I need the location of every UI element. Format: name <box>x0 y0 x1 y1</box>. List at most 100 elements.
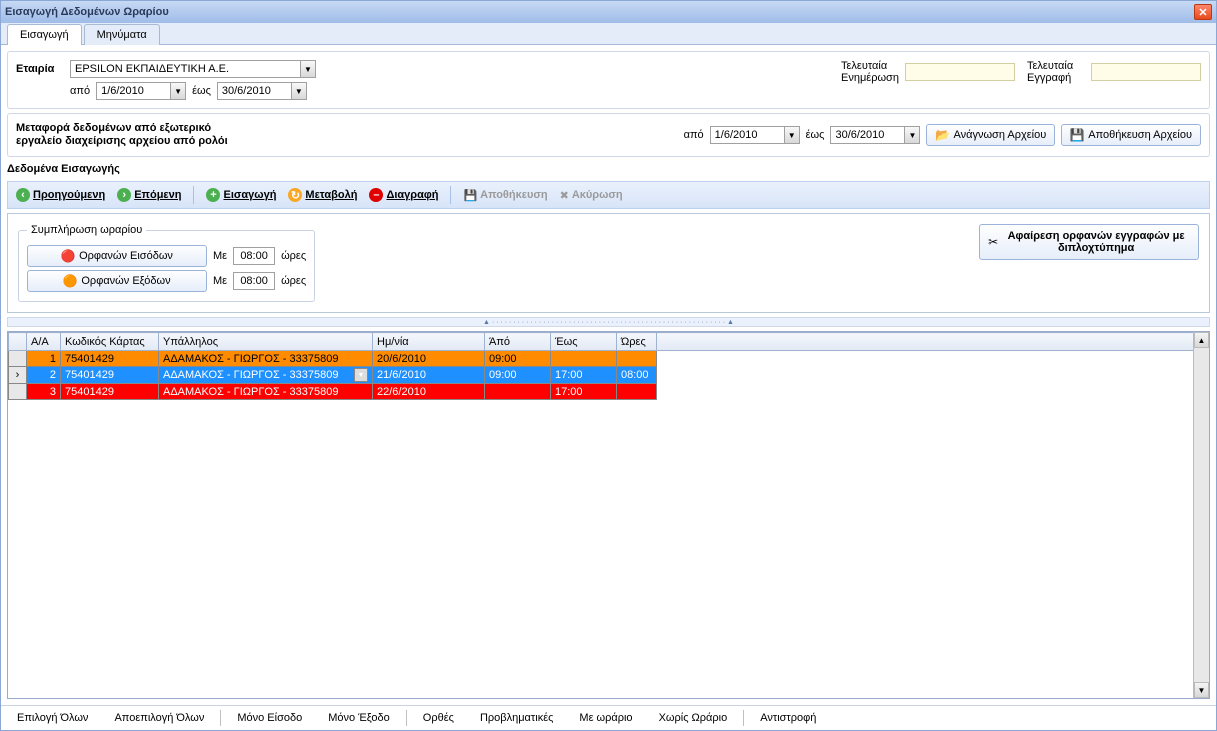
company-panel: Εταιρία ▼ από ▼ έως ▼ <box>7 51 1210 109</box>
company-from-date[interactable]: ▼ <box>96 82 186 100</box>
cell-hrs[interactable] <box>617 384 657 400</box>
prev-button[interactable]: ‹Προηγούμενη <box>16 188 105 202</box>
cell-from[interactable]: 09:00 <box>485 367 551 384</box>
select-all-button[interactable]: Επιλογή Όλων <box>7 710 98 726</box>
company-label: Εταιρία <box>16 63 64 75</box>
only-out-button[interactable]: Μόνο Έξοδο <box>318 710 400 726</box>
section-title: Δεδομένα Εισαγωγής <box>7 161 1210 177</box>
in-icon: 🔴 <box>61 249 75 263</box>
vertical-scrollbar[interactable]: ▲ ▼ <box>1193 332 1209 698</box>
next-button[interactable]: ›Επόμενη <box>117 188 181 202</box>
without-schedule-button[interactable]: Χωρίς Ωράριο <box>649 710 738 726</box>
import-to-label: έως <box>806 129 825 141</box>
cell-to[interactable] <box>551 351 617 367</box>
table-row[interactable]: ›275401429ΑΔΑΜΑΚΟΣ - ΓΙΩΡΓΟΣ - 33375809▼… <box>9 367 1194 384</box>
table-row[interactable]: 175401429ΑΔΑΜΑΚΟΣ - ΓΙΩΡΓΟΣ - 3337580920… <box>9 351 1194 367</box>
chevron-down-icon[interactable]: ▼ <box>904 126 920 144</box>
cancel-button: ✖Ακύρωση <box>560 189 623 202</box>
scroll-down-icon[interactable]: ▼ <box>1194 682 1209 698</box>
tab-import[interactable]: Εισαγωγή <box>7 24 82 45</box>
company-value[interactable] <box>70 60 300 78</box>
chevron-down-icon[interactable]: ▼ <box>291 82 307 100</box>
cell-date[interactable]: 22/6/2010 <box>373 384 485 400</box>
remove-orphans-button[interactable]: ✂ Αφαίρεση ορφανών εγγραφών με διπλοχτύπ… <box>979 224 1199 260</box>
col-hrs[interactable]: Ώρες <box>617 333 657 351</box>
cell-hrs[interactable] <box>617 351 657 367</box>
col-emp[interactable]: Υπάλληλος <box>159 333 373 351</box>
tab-messages[interactable]: Μηνύματα <box>84 24 160 45</box>
cell-aa[interactable]: 3 <box>27 384 61 400</box>
company-to-date[interactable]: ▼ <box>217 82 307 100</box>
modify-button[interactable]: ↻Μεταβολή <box>288 188 357 202</box>
scissors-icon: ✂ <box>988 235 998 249</box>
fill-schedule-group: Συμπλήρωση ωραρίου 🔴 Ορφανών Εισόδων Με … <box>18 224 315 302</box>
read-file-button[interactable]: 📂 Ανάγνωση Αρχείου <box>926 124 1055 146</box>
import-text-1: Μεταφορά δεδομένων από εξωτερικό <box>16 122 228 135</box>
cancel-icon: ✖ <box>560 189 569 202</box>
chevron-down-icon[interactable]: ▼ <box>300 60 316 78</box>
close-button[interactable]: ✕ <box>1194 4 1212 20</box>
scroll-up-icon[interactable]: ▲ <box>1194 332 1209 348</box>
delete-button[interactable]: –Διαγραφή <box>369 188 438 202</box>
cell-emp[interactable]: ΑΔΑΜΑΚΟΣ - ΓΙΩΡΓΟΣ - 33375809 <box>159 351 373 367</box>
import-text-2: εργαλείο διαχείρισης αρχείου από ρολόι <box>16 135 228 148</box>
chevron-down-icon[interactable]: ▼ <box>354 368 368 382</box>
cell-date[interactable]: 21/6/2010 <box>373 367 485 384</box>
deselect-all-button[interactable]: Αποεπιλογή Όλων <box>104 710 214 726</box>
cell-to[interactable]: 17:00 <box>551 384 617 400</box>
cell-aa[interactable]: 2 <box>27 367 61 384</box>
orphan-out-button[interactable]: 🟠 Ορφανών Εξόδων <box>27 270 207 292</box>
main-window: Εισαγωγή Δεδομένων Ωραρίου ✕ Εισαγωγή Μη… <box>0 0 1217 731</box>
row-pointer: › <box>9 367 27 384</box>
splitter[interactable]: ▲ · · · · · · · · · · · · · · · · · · · … <box>7 317 1210 327</box>
company-select[interactable]: ▼ <box>70 60 316 78</box>
col-date[interactable]: Ημ/νία <box>373 333 485 351</box>
insert-button[interactable]: +Εισαγωγή <box>206 188 276 202</box>
bottom-toolbar: Επιλογή Όλων Αποεπιλογή Όλων Μόνο Είσοδο… <box>1 705 1216 730</box>
cell-aa[interactable]: 1 <box>27 351 61 367</box>
cell-emp[interactable]: ΑΔΑΜΑΚΟΣ - ΓΙΩΡΓΟΣ - 33375809▼ <box>159 367 373 384</box>
grid: Α/Α Κωδικός Κάρτας Υπάλληλος Ημ/νία Άπό … <box>7 331 1210 699</box>
out-icon: 🟠 <box>63 274 77 288</box>
last-update-label: Τελευταία Ενημέρωση <box>841 60 899 84</box>
cell-card[interactable]: 75401429 <box>61 384 159 400</box>
cell-from[interactable] <box>485 384 551 400</box>
row-pointer-header <box>9 333 27 351</box>
cell-card[interactable]: 75401429 <box>61 367 159 384</box>
last-update-value <box>905 63 1015 81</box>
from-label: από <box>70 85 90 97</box>
col-to[interactable]: Έως <box>551 333 617 351</box>
chevron-down-icon[interactable]: ▼ <box>784 126 800 144</box>
row-pointer <box>9 351 27 367</box>
only-in-button[interactable]: Μόνο Είσοδο <box>227 710 312 726</box>
col-card[interactable]: Κωδικός Κάρτας <box>61 333 159 351</box>
correct-button[interactable]: Ορθές <box>413 710 464 726</box>
reverse-button[interactable]: Αντιστροφή <box>750 710 826 726</box>
cell-card[interactable]: 75401429 <box>61 351 159 367</box>
save-button: 💾Αποθήκευση <box>463 189 547 202</box>
mid-panel: Συμπλήρωση ωραρίου 🔴 Ορφανών Εισόδων Με … <box>7 213 1210 313</box>
table-row[interactable]: 375401429ΑΔΑΜΑΚΟΣ - ΓΙΩΡΓΟΣ - 3337580922… <box>9 384 1194 400</box>
cell-hrs[interactable]: 08:00 <box>617 367 657 384</box>
titlebar: Εισαγωγή Δεδομένων Ωραρίου ✕ <box>1 1 1216 23</box>
col-aa[interactable]: Α/Α <box>27 333 61 351</box>
with-schedule-button[interactable]: Με ωράριο <box>569 710 642 726</box>
save-file-button[interactable]: 💾 Αποθήκευση Αρχείου <box>1061 124 1201 146</box>
cell-to[interactable]: 17:00 <box>551 367 617 384</box>
orphan-in-button[interactable]: 🔴 Ορφανών Εισόδων <box>27 245 207 267</box>
tabs: Εισαγωγή Μηνύματα <box>1 23 1216 45</box>
in-hours-input[interactable] <box>233 247 275 265</box>
chevron-down-icon[interactable]: ▼ <box>170 82 186 100</box>
problematic-button[interactable]: Προβληματικές <box>470 710 563 726</box>
out-hours-input[interactable] <box>233 272 275 290</box>
cell-from[interactable]: 09:00 <box>485 351 551 367</box>
last-entry-value <box>1091 63 1201 81</box>
cell-date[interactable]: 20/6/2010 <box>373 351 485 367</box>
last-entry-label: Τελευταία Εγγραφή <box>1027 60 1085 84</box>
save-icon: 💾 <box>1070 128 1084 142</box>
folder-open-icon: 📂 <box>935 128 949 142</box>
import-to-date[interactable]: ▼ <box>830 126 920 144</box>
import-from-date[interactable]: ▼ <box>710 126 800 144</box>
col-from[interactable]: Άπό <box>485 333 551 351</box>
cell-emp[interactable]: ΑΔΑΜΑΚΟΣ - ΓΙΩΡΓΟΣ - 33375809 <box>159 384 373 400</box>
